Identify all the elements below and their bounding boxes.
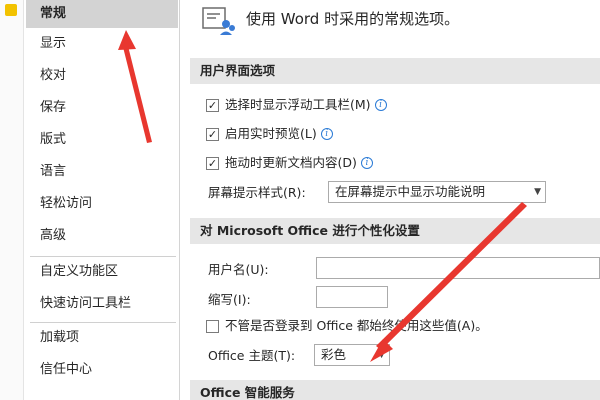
section-personalize: 对 Microsoft Office 进行个性化设置 [190, 218, 600, 244]
nav-item-display[interactable]: 显示 [26, 30, 178, 58]
general-options-pane: 使用 Word 时采用的常规选项。 用户界面选项 ✓ 选择时显示浮动工具栏(M)… [190, 0, 600, 400]
info-icon[interactable]: i [360, 157, 373, 169]
nav-item-addins[interactable]: 加载项 [26, 324, 178, 352]
update-drag-option[interactable]: ✓ 拖动时更新文档内容(D) i [206, 153, 373, 173]
nav-divider [30, 322, 176, 323]
live-preview-checkbox[interactable]: ✓ [206, 127, 219, 141]
section-ui-options: 用户界面选项 [190, 58, 600, 84]
always-use-option[interactable]: 不管是否登录到 Office 都始终使用这些值(A)。 [206, 316, 488, 336]
mini-toolbar-checkbox[interactable]: ✓ [206, 98, 219, 112]
edge-marker [5, 4, 17, 16]
mini-toolbar-option[interactable]: ✓ 选择时显示浮动工具栏(M) i [206, 95, 387, 115]
nav-item-advanced[interactable]: 高级 [26, 222, 178, 250]
always-use-checkbox[interactable] [206, 319, 219, 333]
username-field[interactable] [316, 257, 600, 279]
live-preview-option[interactable]: ✓ 启用实时预览(L) i [206, 124, 333, 144]
nav-item-trust-center[interactable]: 信任中心 [26, 356, 178, 384]
nav-item-general[interactable]: 常规 [26, 0, 178, 28]
info-icon[interactable]: i [374, 99, 387, 111]
section-smart-services: Office 智能服务 [190, 380, 600, 400]
nav-divider [30, 256, 176, 257]
nav-item-accessibility[interactable]: 轻松访问 [26, 190, 178, 218]
chevron-down-icon: ▼ [378, 350, 385, 360]
nav-item-proofing[interactable]: 校对 [26, 62, 178, 90]
always-use-label: 不管是否登录到 Office 都始终使用这些值(A)。 [225, 318, 488, 333]
general-options-icon [202, 7, 235, 35]
options-nav: 常规 显示 校对 保存 版式 语言 轻松访问 高级 自定义功能区 快速访问工具栏… [26, 0, 180, 400]
live-preview-label: 启用实时预览(L) [225, 126, 317, 141]
info-icon[interactable]: i [320, 128, 333, 140]
initials-field[interactable] [316, 286, 388, 308]
nav-item-save[interactable]: 保存 [26, 94, 178, 122]
nav-item-layout[interactable]: 版式 [26, 126, 178, 154]
screentip-style-label: 屏幕提示样式(R): [208, 185, 306, 200]
nav-item-customize-ribbon[interactable]: 自定义功能区 [26, 258, 178, 286]
office-theme-value: 彩色 [321, 347, 347, 362]
ribbon-edge [0, 0, 24, 400]
screentip-style-dropdown[interactable]: 在屏幕提示中显示功能说明 ▼ [328, 181, 546, 203]
initials-label: 缩写(I): [208, 292, 251, 307]
chevron-down-icon: ▼ [534, 187, 541, 197]
nav-item-language[interactable]: 语言 [26, 158, 178, 186]
page-title: 使用 Word 时采用的常规选项。 [246, 10, 460, 28]
update-drag-label: 拖动时更新文档内容(D) [225, 155, 357, 170]
update-drag-checkbox[interactable]: ✓ [206, 156, 219, 170]
office-theme-dropdown[interactable]: 彩色 ▼ [314, 344, 390, 366]
office-theme-label: Office 主题(T): [208, 348, 296, 363]
screentip-style-value: 在屏幕提示中显示功能说明 [335, 184, 486, 199]
username-label: 用户名(U): [208, 262, 269, 277]
mini-toolbar-label: 选择时显示浮动工具栏(M) [225, 97, 371, 112]
nav-item-quick-access-toolbar[interactable]: 快速访问工具栏 [26, 290, 178, 318]
